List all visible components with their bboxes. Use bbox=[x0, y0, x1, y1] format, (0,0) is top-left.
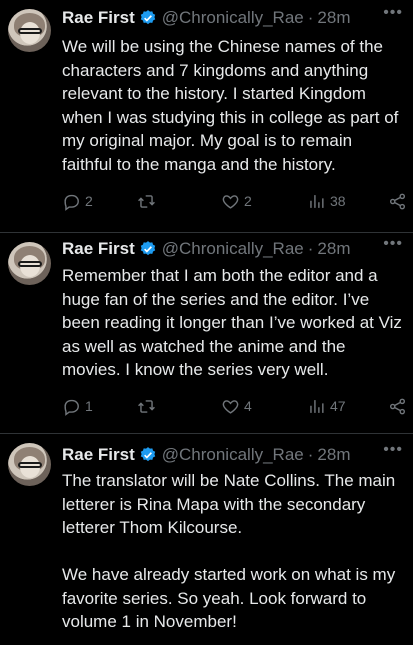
tweet-text: Remember that I am both the editor and a… bbox=[62, 266, 407, 379]
handle[interactable]: @Chronically_Rae bbox=[162, 445, 304, 465]
like-button[interactable]: 4 bbox=[221, 397, 252, 416]
tweet[interactable]: Rae First @Chronically_Rae · 28m ••• Rem… bbox=[0, 233, 413, 434]
handle[interactable]: @Chronically_Rae bbox=[162, 239, 304, 259]
tweet[interactable]: Rae First @Chronically_Rae · 28m ••• We … bbox=[0, 0, 413, 233]
tweet-header: Rae First @Chronically_Rae · 28m ••• bbox=[62, 441, 403, 466]
like-button[interactable]: 2 bbox=[221, 192, 252, 211]
separator-dot: · bbox=[307, 239, 314, 258]
avatar[interactable] bbox=[8, 242, 51, 285]
avatar[interactable] bbox=[8, 9, 51, 52]
reply-count: 2 bbox=[85, 193, 93, 209]
reply-count: 1 bbox=[85, 398, 93, 414]
more-options-icon[interactable]: ••• bbox=[383, 4, 403, 22]
views-button[interactable]: 38 bbox=[307, 192, 346, 211]
handle[interactable]: @Chronically_Rae bbox=[162, 8, 304, 28]
timestamp[interactable]: 28m bbox=[317, 445, 350, 465]
display-name[interactable]: Rae First bbox=[62, 239, 135, 259]
retweet-icon bbox=[138, 194, 155, 208]
views-chart-icon bbox=[310, 194, 324, 208]
share-icon bbox=[389, 193, 406, 209]
view-count: 47 bbox=[330, 398, 346, 414]
retweet-button[interactable] bbox=[137, 192, 160, 211]
heart-icon bbox=[222, 399, 239, 414]
views-chart-icon bbox=[310, 399, 324, 413]
reply-button[interactable]: 2 bbox=[62, 192, 93, 211]
timestamp[interactable]: 28m bbox=[317, 8, 350, 28]
retweet-icon bbox=[138, 399, 155, 413]
reply-button[interactable]: 1 bbox=[62, 397, 93, 416]
share-icon bbox=[389, 398, 406, 414]
share-button[interactable] bbox=[388, 397, 407, 416]
tweet-header: Rae First @Chronically_Rae · 28m ••• bbox=[62, 235, 403, 260]
reply-icon bbox=[64, 399, 79, 416]
tweet-header: Rae First @Chronically_Rae · 28m ••• bbox=[62, 4, 403, 29]
tweet-text: The translator will be Nate Collins. The… bbox=[62, 471, 396, 631]
share-button[interactable] bbox=[388, 192, 407, 211]
tweet-text: We will be using the Chinese names of th… bbox=[62, 37, 404, 174]
separator-dot: · bbox=[307, 8, 314, 27]
retweet-button[interactable] bbox=[137, 397, 160, 416]
more-options-icon[interactable]: ••• bbox=[383, 235, 403, 253]
like-count: 2 bbox=[244, 193, 252, 209]
like-count: 4 bbox=[244, 398, 252, 414]
tweet-actions: 2 2 38 bbox=[62, 191, 407, 211]
heart-icon bbox=[222, 194, 239, 209]
separator-dot: · bbox=[307, 445, 314, 464]
view-count: 38 bbox=[330, 193, 346, 209]
display-name[interactable]: Rae First bbox=[62, 8, 135, 28]
tweet-actions: 1 4 47 bbox=[62, 396, 407, 416]
views-button[interactable]: 47 bbox=[307, 397, 346, 416]
verified-badge-icon bbox=[140, 241, 155, 256]
more-options-icon[interactable]: ••• bbox=[383, 441, 403, 459]
reply-icon bbox=[64, 194, 79, 211]
tweet[interactable]: Rae First @Chronically_Rae · 28m ••• The… bbox=[0, 434, 413, 645]
timestamp[interactable]: 28m bbox=[317, 239, 350, 259]
verified-badge-icon bbox=[140, 447, 155, 462]
avatar[interactable] bbox=[8, 443, 51, 486]
display-name[interactable]: Rae First bbox=[62, 445, 135, 465]
verified-badge-icon bbox=[140, 10, 155, 25]
